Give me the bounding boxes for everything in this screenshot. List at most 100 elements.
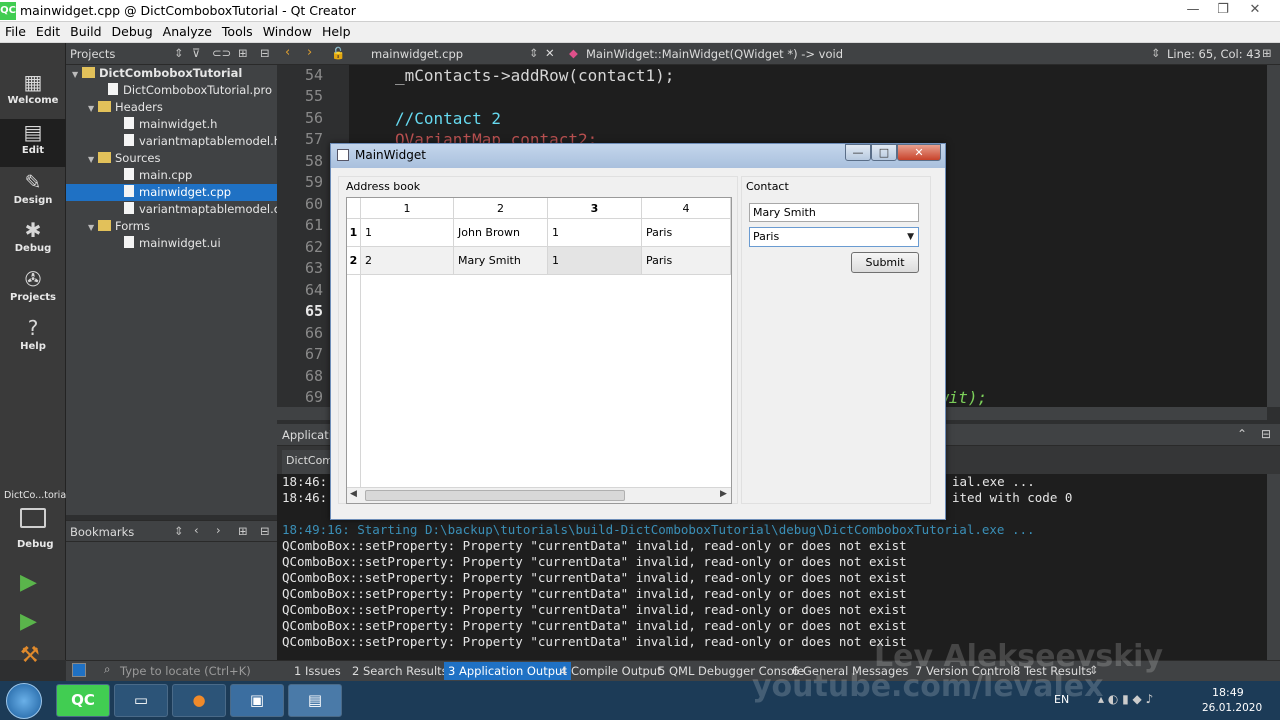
updown-icon[interactable]: ⇕ bbox=[174, 524, 184, 538]
pane-search-results[interactable]: 2 Search Results bbox=[352, 664, 448, 678]
taskbar-app-window-icon[interactable]: ▤ bbox=[288, 684, 342, 717]
menu-window[interactable]: Window bbox=[258, 22, 317, 41]
language-indicator[interactable]: EN bbox=[1054, 693, 1069, 706]
expand-arrow-icon[interactable]: ▼ bbox=[88, 100, 98, 117]
expand-arrow-icon[interactable]: ▼ bbox=[72, 66, 82, 83]
scroll-left-icon[interactable]: ◀ bbox=[350, 489, 357, 499]
tree-folder-headers[interactable]: ▼ Headers bbox=[88, 99, 163, 116]
tree-file[interactable]: mainwidget.h bbox=[124, 116, 217, 133]
tree-folder-sources[interactable]: ▼ Sources bbox=[88, 150, 161, 167]
expand-arrow-icon[interactable]: ▼ bbox=[88, 219, 98, 236]
taskbar-qtcreator[interactable]: QC bbox=[56, 684, 110, 717]
table-cell[interactable]: 2 bbox=[361, 247, 454, 275]
column-header[interactable]: 2 bbox=[454, 198, 548, 219]
tree-folder-forms[interactable]: ▼ Forms bbox=[88, 218, 150, 235]
taskbar-save-icon[interactable]: ▣ bbox=[230, 684, 284, 717]
row-header[interactable]: 1 bbox=[347, 219, 361, 247]
tree-file[interactable]: DictComboboxTutorial.pro bbox=[108, 82, 272, 99]
locate-input[interactable]: Type to locate (Ctrl+K) bbox=[120, 664, 251, 678]
tray-icons[interactable]: ▴ ◐ ▮ ◆ ♪ bbox=[1098, 692, 1153, 706]
output-vscrollbar[interactable] bbox=[1267, 474, 1280, 660]
run-icon[interactable]: ▶ bbox=[20, 570, 37, 595]
menu-debug[interactable]: Debug bbox=[107, 22, 158, 41]
scroll-thumb[interactable] bbox=[365, 490, 625, 501]
submit-button[interactable]: Submit bbox=[851, 252, 919, 273]
filter-icon[interactable]: ⊽ bbox=[192, 46, 200, 60]
taskbar-firefox-icon[interactable]: ● bbox=[172, 684, 226, 717]
maximize-pane-icon[interactable]: ⌃ bbox=[1237, 427, 1247, 441]
menu-edit[interactable]: Edit bbox=[31, 22, 65, 41]
forward-icon[interactable]: › bbox=[307, 45, 312, 60]
taskbar-explorer-icon[interactable]: ▭ bbox=[114, 684, 168, 717]
close-pane-icon[interactable]: ⊟ bbox=[260, 46, 270, 60]
mode-debug[interactable]: ✱ Debug bbox=[0, 217, 66, 265]
address-table[interactable]: 1 2 3 4 1 1 John Brown 1 Paris 2 2 Mary … bbox=[346, 197, 732, 504]
next-icon[interactable]: › bbox=[216, 523, 221, 537]
mode-edit[interactable]: ▤ Edit bbox=[0, 119, 66, 167]
cursor-position[interactable]: Line: 65, Col: 43 bbox=[1167, 47, 1261, 61]
column-header[interactable]: 4 bbox=[642, 198, 731, 219]
menu-help[interactable]: Help bbox=[317, 22, 356, 41]
tree-project[interactable]: ▼ DictComboboxTutorial bbox=[72, 65, 242, 82]
prev-icon[interactable]: ‹ bbox=[194, 523, 199, 537]
maximize-button[interactable]: ❐ bbox=[1208, 0, 1238, 22]
table-cell[interactable]: 1 bbox=[361, 219, 454, 247]
editor-vscrollbar[interactable] bbox=[1267, 65, 1280, 407]
table-cell[interactable]: Paris bbox=[642, 219, 731, 247]
tree-file[interactable]: main.cpp bbox=[124, 167, 192, 184]
mode-welcome[interactable]: ▦ Welcome bbox=[0, 69, 66, 117]
dialog-maximize-button[interactable]: □ bbox=[871, 144, 897, 161]
clock-date[interactable]: 26.01.2020 bbox=[1202, 702, 1262, 714]
table-cell[interactable]: Paris bbox=[642, 247, 731, 275]
back-icon[interactable]: ‹ bbox=[285, 45, 290, 60]
table-cell[interactable]: Mary Smith bbox=[454, 247, 548, 275]
tree-file-selected[interactable]: mainwidget.cpp bbox=[66, 184, 277, 201]
editor-file-tab[interactable]: mainwidget.cpp bbox=[371, 47, 463, 61]
menu-tools[interactable]: Tools bbox=[217, 22, 258, 41]
link-icon[interactable]: ⊂⊃ bbox=[212, 46, 231, 60]
menu-file[interactable]: File bbox=[0, 22, 31, 41]
tree-file[interactable]: mainwidget.ui bbox=[124, 235, 221, 252]
table-cell[interactable]: 1 bbox=[548, 247, 642, 275]
close-file-icon[interactable]: ✕ bbox=[545, 46, 555, 60]
close-pane-icon[interactable]: ⊟ bbox=[260, 524, 270, 538]
mode-projects[interactable]: ✇ Projects bbox=[0, 266, 66, 314]
split-icon[interactable]: ⊞ bbox=[1262, 46, 1272, 60]
row-header[interactable]: 2 bbox=[347, 247, 361, 275]
tree-file[interactable]: variantmaptablemodel.h bbox=[124, 133, 281, 150]
pane-application-output[interactable]: 3 Application Output bbox=[444, 662, 571, 680]
monitor-icon[interactable] bbox=[20, 508, 46, 528]
sidebar-toggle-icon[interactable] bbox=[72, 663, 86, 677]
table-hscrollbar[interactable]: ◀ ▶ bbox=[347, 487, 731, 503]
start-button[interactable] bbox=[6, 683, 42, 719]
menu-build[interactable]: Build bbox=[65, 22, 106, 41]
function-selector[interactable]: MainWidget::MainWidget(QWidget *) -> voi… bbox=[586, 47, 843, 61]
city-combobox[interactable]: Paris ▼ bbox=[749, 227, 919, 247]
close-pane-icon[interactable]: ⊟ bbox=[1261, 427, 1271, 441]
dialog-close-button[interactable]: ✕ bbox=[897, 144, 941, 161]
table-cell[interactable]: 1 bbox=[548, 219, 642, 247]
mode-help[interactable]: ? Help bbox=[0, 315, 66, 363]
name-field[interactable]: Mary Smith bbox=[749, 203, 919, 222]
table-cell[interactable]: John Brown bbox=[454, 219, 548, 247]
close-button[interactable]: ✕ bbox=[1240, 0, 1270, 22]
tree-file[interactable]: variantmaptablemodel.cpp bbox=[124, 201, 295, 218]
debug-run-icon[interactable]: ▶ bbox=[20, 609, 37, 634]
updown-icon[interactable]: ⇕ bbox=[174, 46, 184, 60]
clock-time[interactable]: 18:49 bbox=[1212, 686, 1244, 699]
chevron-down-icon[interactable]: ▼ bbox=[907, 228, 914, 246]
dialog-minimize-button[interactable]: — bbox=[845, 144, 871, 161]
column-header[interactable]: 3 bbox=[548, 198, 642, 219]
scroll-right-icon[interactable]: ▶ bbox=[720, 489, 727, 499]
updown-icon[interactable]: ⇕ bbox=[1151, 46, 1161, 60]
column-header[interactable]: 1 bbox=[361, 198, 454, 219]
updown-icon[interactable]: ⇕ bbox=[529, 46, 539, 60]
split-icon[interactable]: ⊞ bbox=[238, 524, 248, 538]
pane-issues[interactable]: 1 Issues bbox=[294, 664, 341, 678]
split-icon[interactable]: ⊞ bbox=[238, 46, 248, 60]
mode-design[interactable]: ✎ Design bbox=[0, 169, 66, 217]
expand-arrow-icon[interactable]: ▼ bbox=[88, 151, 98, 168]
pane-compile-output[interactable]: 4 Compile Output bbox=[560, 664, 662, 678]
menu-analyze[interactable]: Analyze bbox=[158, 22, 217, 41]
build-hammer-icon[interactable]: ⚒ bbox=[20, 643, 40, 668]
